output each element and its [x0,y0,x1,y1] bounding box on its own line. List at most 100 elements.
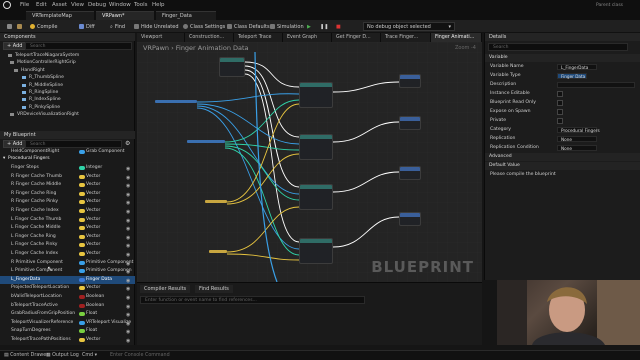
component-tree-item[interactable]: R_RingSpline [0,89,135,96]
details-value-field[interactable] [557,82,635,88]
menu-edit[interactable]: Edit [36,2,47,8]
details-checkbox[interactable] [557,91,563,97]
visibility-eye-icon[interactable]: ◉ [126,337,130,346]
variable-row[interactable]: bValidTeleportLocation Boolean ◉ [0,293,135,302]
browse-button[interactable] [14,22,25,31]
gear-icon[interactable]: ⚙ [125,140,130,147]
unreal-logo-icon[interactable] [3,1,11,9]
variable-row[interactable]: R Finger Cache Middle Vector ◉ [0,181,135,190]
tab-viewport[interactable]: Viewport [137,33,185,42]
details-value-field[interactable]: Finger Data [557,73,587,79]
getter-node[interactable] [205,200,227,203]
component-tree-item[interactable]: TeleportTraceNiagaraSystem [0,52,135,59]
function-node[interactable] [299,238,333,264]
variable-row[interactable]: L Finger Cache Ring Vector ◉ [0,233,135,242]
hide-unrelated-button[interactable]: Hide Unrelated [131,22,182,31]
variable-row[interactable]: GrabRadiusFromGripPosition Float ◉ [0,310,135,319]
function-node[interactable] [399,74,421,88]
variable-row[interactable]: R Primitive Component Primitive Component… [0,259,135,268]
class-settings-button[interactable]: Class Settings [180,22,228,31]
add-member-button[interactable]: + Add [3,140,27,148]
menu-debug[interactable]: Debug [88,2,106,8]
tab-vrpawn[interactable]: VRPawn* [96,11,154,20]
tab-finger-animation[interactable]: Finger Animati... [431,33,482,42]
variable-row[interactable]: L Finger Cache Middle Vector ◉ [0,224,135,233]
getter-node[interactable] [155,100,197,103]
menu-help[interactable]: Help [152,2,165,8]
details-checkbox[interactable] [557,100,563,106]
find-button[interactable]: ⌕ Find [107,22,128,31]
tab-finger-data[interactable]: Finger_Data [156,11,216,20]
variable-row[interactable]: TeleportVisualizerReference VRTeleport Vi… [0,319,135,328]
add-component-button[interactable]: + Add [3,42,27,50]
tab-find-results[interactable]: Find Results [195,285,233,293]
simulation-button[interactable]: Simulation [267,22,307,31]
variable-row[interactable]: L_FingerData Finger Data ◉ [0,275,135,285]
details-value-field[interactable]: None [557,136,597,142]
variable-row[interactable]: L Finger Cache Thumb Vector ◉ [0,216,135,225]
getter-node[interactable] [209,250,227,253]
graph-editor-canvas[interactable]: VRPawn › Finger Animation Data Zoom -4 B… [137,42,482,282]
menu-asset[interactable]: Asset [52,2,67,8]
function-node[interactable] [399,212,421,226]
getter-node[interactable] [187,140,225,143]
category-procedural-fingers[interactable]: ▾ Procedural Fingers [0,155,135,164]
play-button[interactable]: ▶ [304,22,314,31]
cmd-dropdown[interactable]: Cmd ▾ [82,353,97,358]
tab-event-graph[interactable]: Event Graph [283,33,332,42]
component-tree-item[interactable]: MotionControllerRightGrip [0,59,135,66]
section-default-value[interactable]: Default Value [485,162,640,170]
menu-view[interactable]: View [71,2,84,8]
details-value-field[interactable]: L_FingerData [557,64,597,70]
variable-row[interactable]: L Finger Cache Pinky Vector ◉ [0,241,135,250]
tab-vrtemplatemap[interactable]: VRTemplateMap [26,11,94,20]
variable-row[interactable]: R Finger Cache Pinky Vector ◉ [0,198,135,207]
details-value-field[interactable]: None [557,145,597,151]
tab-get-finger-data[interactable]: Get Finger D... [332,33,381,42]
tab-construction[interactable]: Construction... [185,33,234,42]
components-search-input[interactable]: Search [25,42,132,50]
compile-button[interactable]: Compile [27,22,60,31]
variable-row[interactable]: SnapTurnDegrees Float ◉ [0,327,135,336]
details-checkbox[interactable] [557,118,563,124]
stop-button[interactable]: ■ [333,22,344,31]
function-node[interactable] [299,184,333,210]
diff-button[interactable]: Diff [76,22,98,31]
content-drawer-button[interactable]: ▤ Content Drawer [4,353,48,358]
section-advanced[interactable]: Advanced [485,153,640,161]
pause-button[interactable]: ❚❚ [317,22,331,31]
details-value-field[interactable]: Procedural Fingers [557,127,600,133]
function-node[interactable] [399,166,421,180]
menu-window[interactable]: Window [109,2,131,8]
output-log-button[interactable]: ▦ Output Log [46,353,79,358]
function-node[interactable] [299,134,333,160]
component-tree-item[interactable]: VRDeviceVisualizationRight [0,111,135,118]
variable-row[interactable]: R Finger Cache Thumb Vector ◉ [0,173,135,182]
variable-row[interactable]: R Finger Cache Ring Vector ◉ [0,190,135,199]
variable-row[interactable]: TeleportTracePathPositions Vector ◉ [0,336,135,345]
details-search-input[interactable]: Search [488,43,628,51]
menu-file[interactable]: File [20,2,29,8]
component-tree-item[interactable]: HandRight [0,67,135,74]
component-tree-item[interactable]: R_PinkySpline [0,104,135,111]
variable-row[interactable]: L Finger Cache Index Vector ◉ [0,250,135,259]
variable-row[interactable]: ProjectedTeleportLocation Vector ◉ [0,284,135,293]
component-tree-item[interactable]: R_MiddleSpline [0,82,135,89]
my-blueprint-search-input[interactable]: Search [25,140,122,148]
component-tree-item[interactable]: R_ThumbSpline [0,74,135,81]
variable-row[interactable]: L Primitive Component Primitive Componen ◉ [0,267,135,276]
function-node[interactable] [399,116,421,130]
get-finger-data-node[interactable] [219,57,245,77]
console-input[interactable]: Enter Console Command [110,353,170,358]
debug-object-select[interactable]: No debug object selected ▾ [363,22,455,31]
tab-trace-finger[interactable]: Trace Finger... [381,33,431,42]
class-defaults-button[interactable]: Class Defaults [224,22,273,31]
function-node[interactable] [299,82,333,108]
details-checkbox[interactable] [557,109,563,115]
tab-teleport-trace[interactable]: Teleport Trace [234,33,283,42]
menu-tools[interactable]: Tools [134,2,148,8]
variable-row[interactable]: Finger Steps Integer ◉ [0,164,135,173]
section-variable[interactable]: Variable [485,54,640,62]
find-references-input[interactable]: Enter function or event name to find ref… [140,296,365,304]
component-tree-item[interactable]: R_IndexSpline [0,96,135,103]
